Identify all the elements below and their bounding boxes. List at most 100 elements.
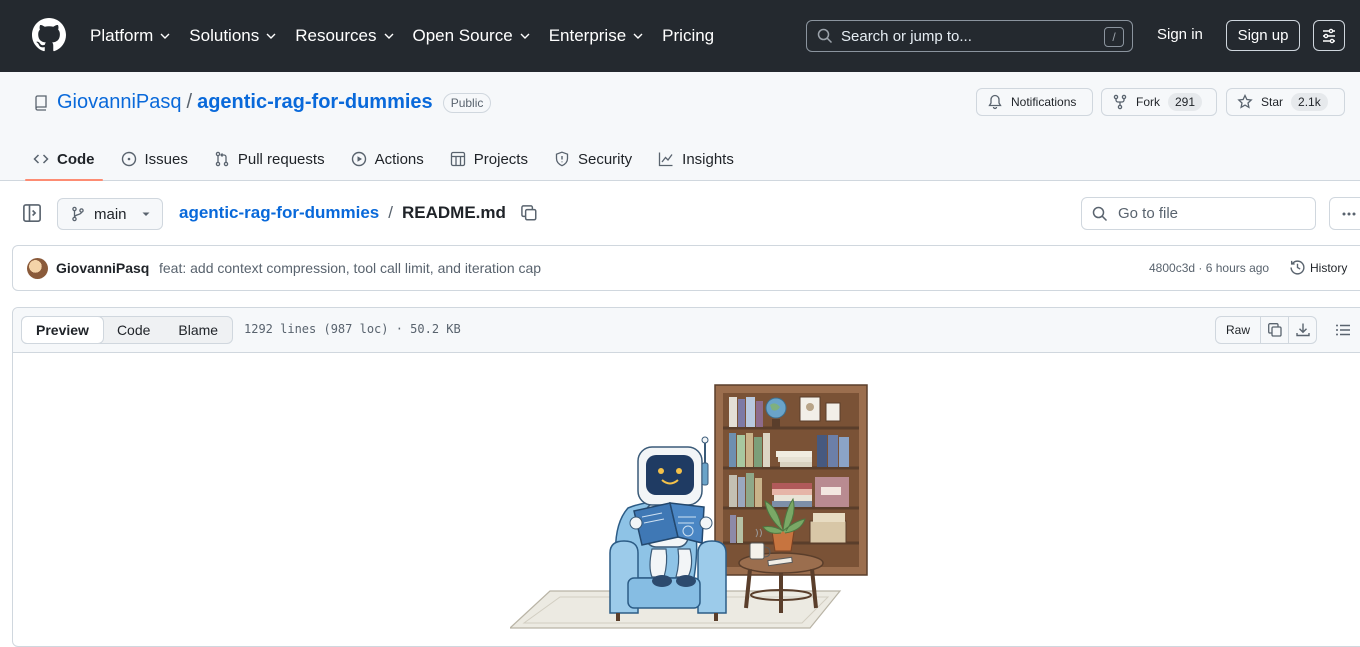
more-options-button[interactable] [1329, 197, 1360, 230]
history-icon [1290, 260, 1305, 275]
history-button[interactable]: History [1289, 259, 1347, 276]
copy-icon [1267, 323, 1282, 337]
fork-label: Fork [1136, 95, 1160, 109]
global-header: Platform Solutions Resources Open Source… [0, 0, 1360, 72]
fork-icon [1113, 94, 1127, 110]
download-icon [1295, 323, 1310, 337]
star-icon [1237, 94, 1253, 109]
blame-mode-button[interactable]: Blame [164, 317, 232, 343]
copy-path-icon[interactable] [520, 204, 538, 222]
issue-icon [121, 151, 136, 167]
repo-tabs: Code Issues Pull requests Actions Projec… [25, 137, 760, 181]
chevron-down-icon [633, 33, 643, 39]
top-nav: Platform Solutions Resources Open Source… [90, 0, 732, 72]
search-placeholder: Search or jump to... [841, 27, 972, 45]
repo-header: GiovanniPasq / agentic-rag-for-dummies P… [0, 72, 1360, 181]
nav-solutions[interactable]: Solutions [189, 26, 277, 46]
nav-enterprise[interactable]: Enterprise [549, 26, 644, 46]
view-mode-toggle: Preview Code Blame [21, 316, 234, 344]
tab-code[interactable]: Code [25, 137, 102, 181]
notifications-button[interactable]: Notifications [976, 88, 1093, 116]
search-icon [817, 28, 833, 44]
nav-platform[interactable]: Platform [90, 26, 171, 46]
tab-projects[interactable]: Projects [450, 137, 528, 181]
raw-button[interactable]: Raw [1215, 316, 1262, 344]
fork-count: 291 [1168, 93, 1203, 111]
settings-menu-button[interactable] [1313, 20, 1345, 51]
file-viewer: Preview Code Blame 1292 lines (987 loc) … [12, 307, 1360, 647]
download-button[interactable] [1289, 316, 1318, 344]
tab-insights[interactable]: Insights [658, 137, 734, 181]
graph-icon [659, 152, 673, 167]
file-stats: 1292 lines (987 loc) · 50.2 KB [244, 322, 461, 336]
chevron-down-icon [384, 33, 393, 39]
sign-in-link[interactable]: Sign in [1157, 26, 1203, 43]
code-mode-button[interactable]: Code [103, 317, 164, 343]
nav-open-source[interactable]: Open Source [413, 26, 531, 46]
caret-down-icon [142, 212, 150, 216]
readme-illustration [510, 384, 868, 629]
github-logo-icon[interactable] [32, 18, 66, 52]
bell-icon [988, 94, 1002, 110]
sidebar-expand-icon[interactable] [22, 203, 42, 223]
nav-pricing[interactable]: Pricing [662, 26, 714, 46]
repo-name-link[interactable]: agentic-rag-for-dummies [197, 91, 433, 114]
nav-label: Pricing [662, 26, 715, 45]
notifications-label: Notifications [1011, 95, 1077, 109]
chevron-down-icon [266, 33, 276, 39]
table-icon [450, 151, 465, 167]
branch-selector[interactable]: main [57, 198, 163, 230]
latest-commit: GiovanniPasq feat: add context compressi… [12, 245, 1360, 291]
preview-mode-button[interactable]: Preview [21, 316, 104, 344]
tab-label: Pull requests [237, 150, 325, 168]
copy-raw-button[interactable] [1261, 316, 1290, 344]
nav-label: Open Source [412, 26, 513, 45]
nav-label: Platform [90, 26, 154, 45]
tab-actions[interactable]: Actions [351, 137, 424, 181]
nav-label: Enterprise [548, 26, 627, 45]
history-label: History [1310, 260, 1348, 275]
nav-resources[interactable]: Resources [295, 26, 394, 46]
file-toolbar: main agentic-rag-for-dummies / README.md… [0, 181, 1360, 245]
file-actions: Raw [1215, 316, 1357, 344]
file-viewer-header: Preview Code Blame 1292 lines (987 loc) … [13, 308, 1360, 353]
sign-up-button[interactable]: Sign up [1226, 20, 1300, 51]
tab-pull-requests[interactable]: Pull requests [214, 137, 325, 181]
repo-title: GiovanniPasq / agentic-rag-for-dummies P… [33, 91, 492, 114]
tab-label: Code [57, 150, 95, 168]
tab-security[interactable]: Security [554, 137, 632, 181]
chevron-down-icon [520, 33, 530, 39]
go-to-file-placeholder: Go to file [1118, 205, 1179, 222]
tab-label: Security [577, 150, 633, 168]
pull-request-icon [215, 151, 229, 167]
go-to-file-input[interactable]: Go to file [1081, 197, 1316, 230]
tab-label: Actions [374, 150, 424, 168]
list-unordered-icon [1336, 324, 1351, 336]
code-icon [33, 154, 49, 164]
repo-separator: / [186, 91, 193, 113]
breadcrumb-repo-link[interactable]: agentic-rag-for-dummies [179, 203, 379, 223]
fork-button[interactable]: Fork 291 [1101, 88, 1217, 116]
search-icon [1092, 206, 1108, 221]
repo-icon [35, 94, 47, 111]
play-icon [351, 151, 366, 167]
star-button[interactable]: Star 2.1k [1226, 88, 1345, 116]
repo-owner-link[interactable]: GiovanniPasq [57, 91, 182, 114]
search-shortcut-key: / [1104, 27, 1124, 47]
breadcrumb: agentic-rag-for-dummies / README.md [179, 203, 538, 223]
commit-message[interactable]: feat: add context compression, tool call… [159, 260, 541, 276]
shield-icon [555, 151, 569, 167]
outline-button[interactable] [1329, 316, 1357, 344]
commit-meta[interactable]: 4800c3d · 6 hours ago [1149, 261, 1269, 275]
avatar[interactable] [27, 258, 48, 279]
global-search-input[interactable]: Search or jump to... / [806, 20, 1133, 52]
commit-author[interactable]: GiovanniPasq [56, 260, 149, 276]
tab-label: Projects [473, 150, 528, 168]
tab-label: Issues [144, 150, 188, 168]
tab-issues[interactable]: Issues [121, 137, 188, 181]
chevron-down-icon [160, 33, 170, 39]
branch-name: main [94, 205, 127, 223]
star-label: Star [1261, 95, 1284, 109]
branch-icon [72, 206, 84, 222]
breadcrumb-separator: / [388, 203, 393, 222]
